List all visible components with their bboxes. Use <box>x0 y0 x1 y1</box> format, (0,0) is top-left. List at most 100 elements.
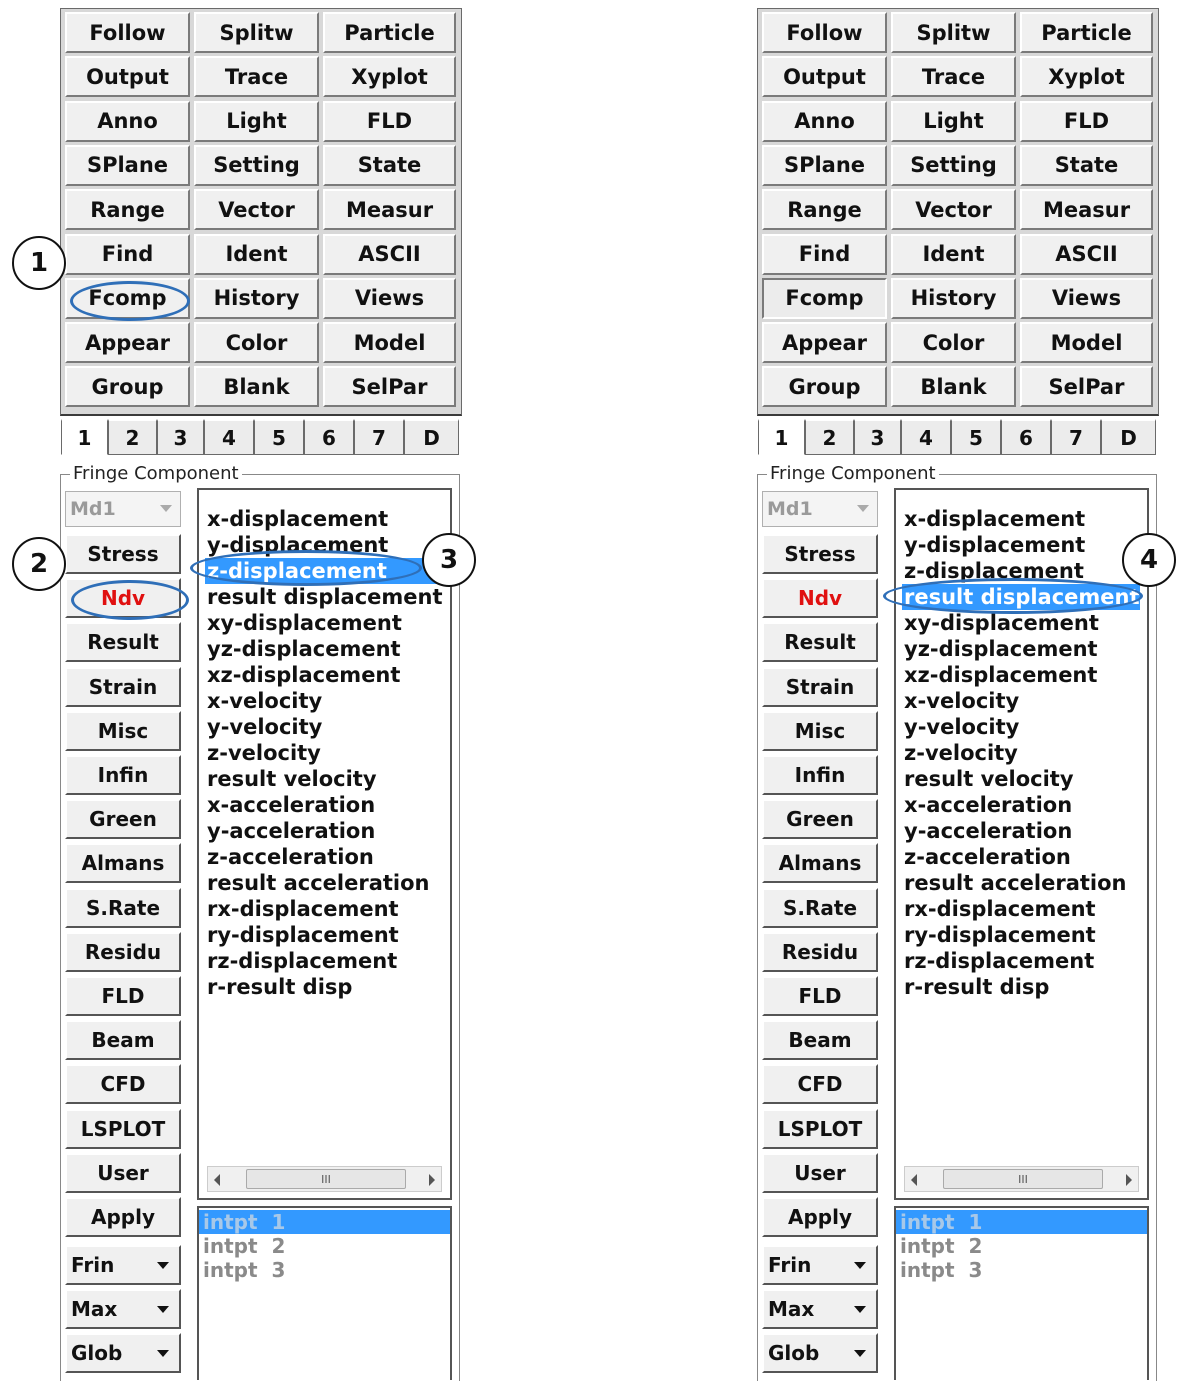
menu-button-blank[interactable]: Blank <box>891 366 1016 408</box>
fringe-button-ndv[interactable]: Ndv <box>762 578 878 619</box>
intpt-item-1[interactable]: intpt 1 <box>199 1210 450 1234</box>
menu-button-xyplot[interactable]: Xyplot <box>323 56 456 98</box>
tab-2[interactable]: 2 <box>108 419 157 455</box>
fringe-button-fld[interactable]: FLD <box>762 976 878 1016</box>
intpt-item-3[interactable]: intpt 3 <box>896 1258 1147 1282</box>
dropdown-glob[interactable]: Glob <box>762 1333 878 1373</box>
fringe-button-s-rate[interactable]: S.Rate <box>762 887 878 928</box>
intpt-item-1[interactable]: intpt 1 <box>896 1210 1147 1234</box>
component-item-x-velocity[interactable]: x-velocity <box>904 688 1140 714</box>
fringe-button-fld[interactable]: FLD <box>65 976 181 1016</box>
intpt-listbox[interactable]: intpt 1 intpt 2 intpt 3 <box>894 1206 1149 1380</box>
fringe-button-misc[interactable]: Misc <box>762 710 878 751</box>
fringe-button-almans[interactable]: Almans <box>762 843 878 884</box>
menu-button-group[interactable]: Group <box>762 366 887 408</box>
fringe-button-stress[interactable]: Stress <box>762 534 878 574</box>
menu-button-vector[interactable]: Vector <box>891 189 1016 231</box>
tab-2[interactable]: 2 <box>805 419 854 455</box>
intpt-item-3[interactable]: intpt 3 <box>199 1258 450 1282</box>
tab-5[interactable]: 5 <box>951 419 1001 455</box>
scroll-thumb[interactable]: III <box>246 1169 406 1189</box>
dropdown-frin[interactable]: Frin <box>65 1245 181 1285</box>
menu-button-appear[interactable]: Appear <box>65 322 190 364</box>
tab-7[interactable]: 7 <box>354 419 404 455</box>
menu-button-fcomp[interactable]: Fcomp <box>762 277 887 319</box>
fringe-button-infin[interactable]: Infin <box>65 755 181 795</box>
menu-button-anno[interactable]: Anno <box>65 100 190 142</box>
menu-button-find[interactable]: Find <box>65 233 190 275</box>
menu-button-model[interactable]: Model <box>323 322 456 364</box>
component-item-rx-displacement[interactable]: rx-displacement <box>207 896 443 922</box>
fringe-button-result[interactable]: Result <box>762 622 878 663</box>
scroll-right-icon[interactable] <box>1126 1174 1132 1186</box>
fringe-button-residu[interactable]: Residu <box>762 931 878 972</box>
component-item-x-displacement[interactable]: x-displacement <box>207 506 443 532</box>
scroll-left-icon[interactable] <box>214 1174 220 1186</box>
component-item-yz-displacement[interactable]: yz-displacement <box>207 636 443 662</box>
fringe-button-result[interactable]: Result <box>65 622 181 663</box>
horizontal-scrollbar[interactable]: III <box>207 1166 442 1192</box>
component-item-x-acceleration[interactable]: x-acceleration <box>207 792 443 818</box>
menu-button-vector[interactable]: Vector <box>194 189 319 231</box>
tab-4[interactable]: 4 <box>204 419 254 455</box>
component-item-r-result-disp[interactable]: r-result disp <box>207 974 443 1000</box>
fringe-button-cfd[interactable]: CFD <box>762 1064 878 1105</box>
fringe-button-lsplot[interactable]: LSPLOT <box>762 1108 878 1149</box>
tab-3[interactable]: 3 <box>854 419 901 455</box>
component-item-xz-displacement[interactable]: xz-displacement <box>207 662 443 688</box>
menu-button-fld[interactable]: FLD <box>1020 100 1153 142</box>
menu-button-splitw[interactable]: Splitw <box>891 12 1016 53</box>
component-item-result-acceleration[interactable]: result acceleration <box>904 870 1140 896</box>
menu-button-blank[interactable]: Blank <box>194 366 319 408</box>
menu-button-fld[interactable]: FLD <box>323 100 456 142</box>
fringe-button-green[interactable]: Green <box>65 799 181 840</box>
fringe-button-apply[interactable]: Apply <box>762 1197 878 1237</box>
menu-button-state[interactable]: State <box>323 144 456 186</box>
menu-button-range[interactable]: Range <box>65 189 190 231</box>
intpt-item-2[interactable]: intpt 2 <box>896 1234 1147 1258</box>
menu-button-xyplot[interactable]: Xyplot <box>1020 56 1153 98</box>
component-item-rx-displacement[interactable]: rx-displacement <box>904 896 1140 922</box>
tab-1[interactable]: 1 <box>61 419 108 455</box>
component-item-x-displacement[interactable]: x-displacement <box>904 506 1140 532</box>
component-item-rz-displacement[interactable]: rz-displacement <box>904 948 1140 974</box>
component-item-z-velocity[interactable]: z-velocity <box>207 740 443 766</box>
component-item-y-acceleration[interactable]: y-acceleration <box>904 818 1140 844</box>
menu-button-selpar[interactable]: SelPar <box>323 366 456 408</box>
fringe-button-lsplot[interactable]: LSPLOT <box>65 1108 181 1149</box>
component-item-result-acceleration[interactable]: result acceleration <box>207 870 443 896</box>
menu-button-color[interactable]: Color <box>891 322 1016 364</box>
tab-7[interactable]: 7 <box>1051 419 1101 455</box>
menu-button-ident[interactable]: Ident <box>194 233 319 275</box>
tab-d[interactable]: D <box>404 419 459 455</box>
component-item-y-displacement[interactable]: y-displacement <box>904 532 1140 558</box>
fringe-button-beam[interactable]: Beam <box>65 1020 181 1061</box>
dropdown-max[interactable]: Max <box>65 1289 181 1329</box>
menu-button-ascii[interactable]: ASCII <box>1020 233 1153 275</box>
tab-6[interactable]: 6 <box>1001 419 1051 455</box>
menu-button-ident[interactable]: Ident <box>891 233 1016 275</box>
fringe-button-strain[interactable]: Strain <box>65 666 181 707</box>
tab-5[interactable]: 5 <box>254 419 304 455</box>
menu-button-views[interactable]: Views <box>323 277 456 319</box>
component-item-x-acceleration[interactable]: x-acceleration <box>904 792 1140 818</box>
intpt-listbox[interactable]: intpt 1 intpt 2 intpt 3 <box>197 1206 452 1380</box>
component-item-ry-displacement[interactable]: ry-displacement <box>207 922 443 948</box>
menu-button-light[interactable]: Light <box>891 100 1016 142</box>
fringe-button-user[interactable]: User <box>762 1152 878 1193</box>
component-item-xy-displacement[interactable]: xy-displacement <box>207 610 443 636</box>
menu-button-splane[interactable]: SPlane <box>762 144 887 186</box>
fringe-button-cfd[interactable]: CFD <box>65 1064 181 1105</box>
dropdown-max[interactable]: Max <box>762 1289 878 1329</box>
fringe-button-strain[interactable]: Strain <box>762 666 878 707</box>
menu-button-splitw[interactable]: Splitw <box>194 12 319 53</box>
fringe-button-infin[interactable]: Infin <box>762 755 878 795</box>
scroll-right-icon[interactable] <box>429 1174 435 1186</box>
fringe-button-beam[interactable]: Beam <box>762 1020 878 1061</box>
fringe-button-almans[interactable]: Almans <box>65 843 181 884</box>
menu-button-color[interactable]: Color <box>194 322 319 364</box>
horizontal-scrollbar[interactable]: III <box>904 1166 1139 1192</box>
tab-1[interactable]: 1 <box>758 419 805 455</box>
component-item-y-velocity[interactable]: y-velocity <box>904 714 1140 740</box>
component-item-yz-displacement[interactable]: yz-displacement <box>904 636 1140 662</box>
